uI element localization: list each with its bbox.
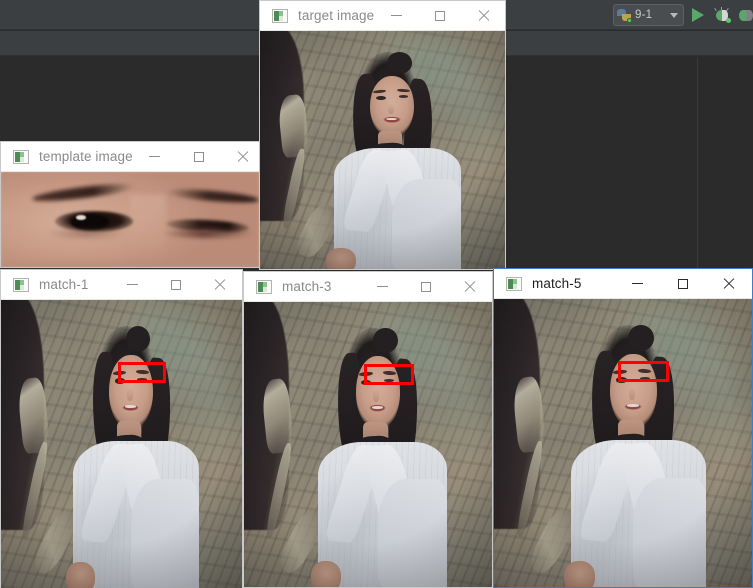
close-icon — [237, 150, 249, 163]
maximize-button[interactable] — [418, 1, 462, 31]
titlebar-match-1[interactable]: match-1 — [1, 270, 242, 300]
window-controls — [374, 1, 506, 31]
close-button[interactable] — [448, 272, 492, 302]
coverage-icon — [739, 9, 753, 22]
window-controls — [110, 270, 242, 300]
image-viewer-icon — [272, 8, 288, 23]
maximize-button[interactable] — [404, 272, 448, 302]
screen: 9-1 target image template image match-1 … — [0, 0, 753, 588]
image-canvas-match-5 — [494, 299, 752, 587]
titlebar-match-5[interactable]: match-5 — [494, 269, 752, 299]
run-configuration-selector[interactable]: 9-1 — [613, 4, 684, 26]
image-viewer-icon — [506, 276, 522, 291]
minimize-button[interactable] — [133, 142, 177, 172]
window-controls — [614, 269, 752, 299]
bug-icon — [714, 6, 731, 23]
window-target-image[interactable]: target image — [259, 0, 506, 270]
window-title: target image — [298, 8, 375, 23]
window-title: match-5 — [532, 276, 582, 291]
titlebar-match-3[interactable]: match-3 — [244, 272, 492, 302]
image-canvas-match-3 — [244, 302, 492, 587]
image-viewer-icon — [13, 149, 29, 164]
run-triangle-icon — [692, 8, 704, 22]
coverage-button[interactable] — [735, 4, 753, 26]
window-title: template image — [39, 149, 133, 164]
maximize-button[interactable] — [154, 270, 198, 300]
image-viewer-icon — [13, 277, 29, 292]
window-match-5[interactable]: match-5 — [493, 268, 753, 588]
minimize-button[interactable] — [360, 272, 404, 302]
close-button[interactable] — [198, 270, 242, 300]
python-icon — [617, 8, 632, 23]
photo-woman-cliff — [1, 300, 242, 588]
minimize-button[interactable] — [614, 269, 660, 299]
titlebar-template-image[interactable]: template image — [1, 142, 259, 172]
close-icon — [478, 9, 490, 22]
photo-woman-cliff — [244, 302, 492, 587]
window-match-3[interactable]: match-3 — [243, 271, 493, 588]
window-title: match-1 — [39, 277, 89, 292]
image-canvas-target — [260, 31, 505, 269]
maximize-button[interactable] — [177, 142, 221, 172]
run-configuration-label: 9-1 — [635, 9, 653, 21]
chevron-down-icon[interactable] — [670, 12, 678, 18]
image-canvas-template — [1, 172, 259, 267]
close-icon — [214, 278, 226, 291]
close-icon — [723, 277, 735, 290]
minimize-button[interactable] — [374, 1, 418, 31]
window-template-image[interactable]: template image — [0, 141, 260, 268]
window-controls — [360, 272, 492, 302]
debug-button[interactable] — [711, 4, 733, 26]
minimize-button[interactable] — [110, 270, 154, 300]
close-icon — [464, 280, 476, 293]
photo-woman-cliff — [494, 299, 752, 587]
run-button[interactable] — [687, 4, 709, 26]
window-match-1[interactable]: match-1 — [0, 269, 243, 588]
window-title: match-3 — [282, 279, 332, 294]
image-canvas-match-1 — [1, 300, 242, 588]
close-button[interactable] — [462, 1, 506, 31]
image-viewer-icon — [256, 279, 272, 294]
titlebar-target-image[interactable]: target image — [260, 1, 505, 31]
photo-eye-crop — [1, 172, 259, 267]
close-button[interactable] — [706, 269, 752, 299]
maximize-button[interactable] — [660, 269, 706, 299]
close-button[interactable] — [221, 142, 265, 172]
window-controls — [133, 142, 265, 172]
photo-woman-cliff — [260, 31, 505, 269]
